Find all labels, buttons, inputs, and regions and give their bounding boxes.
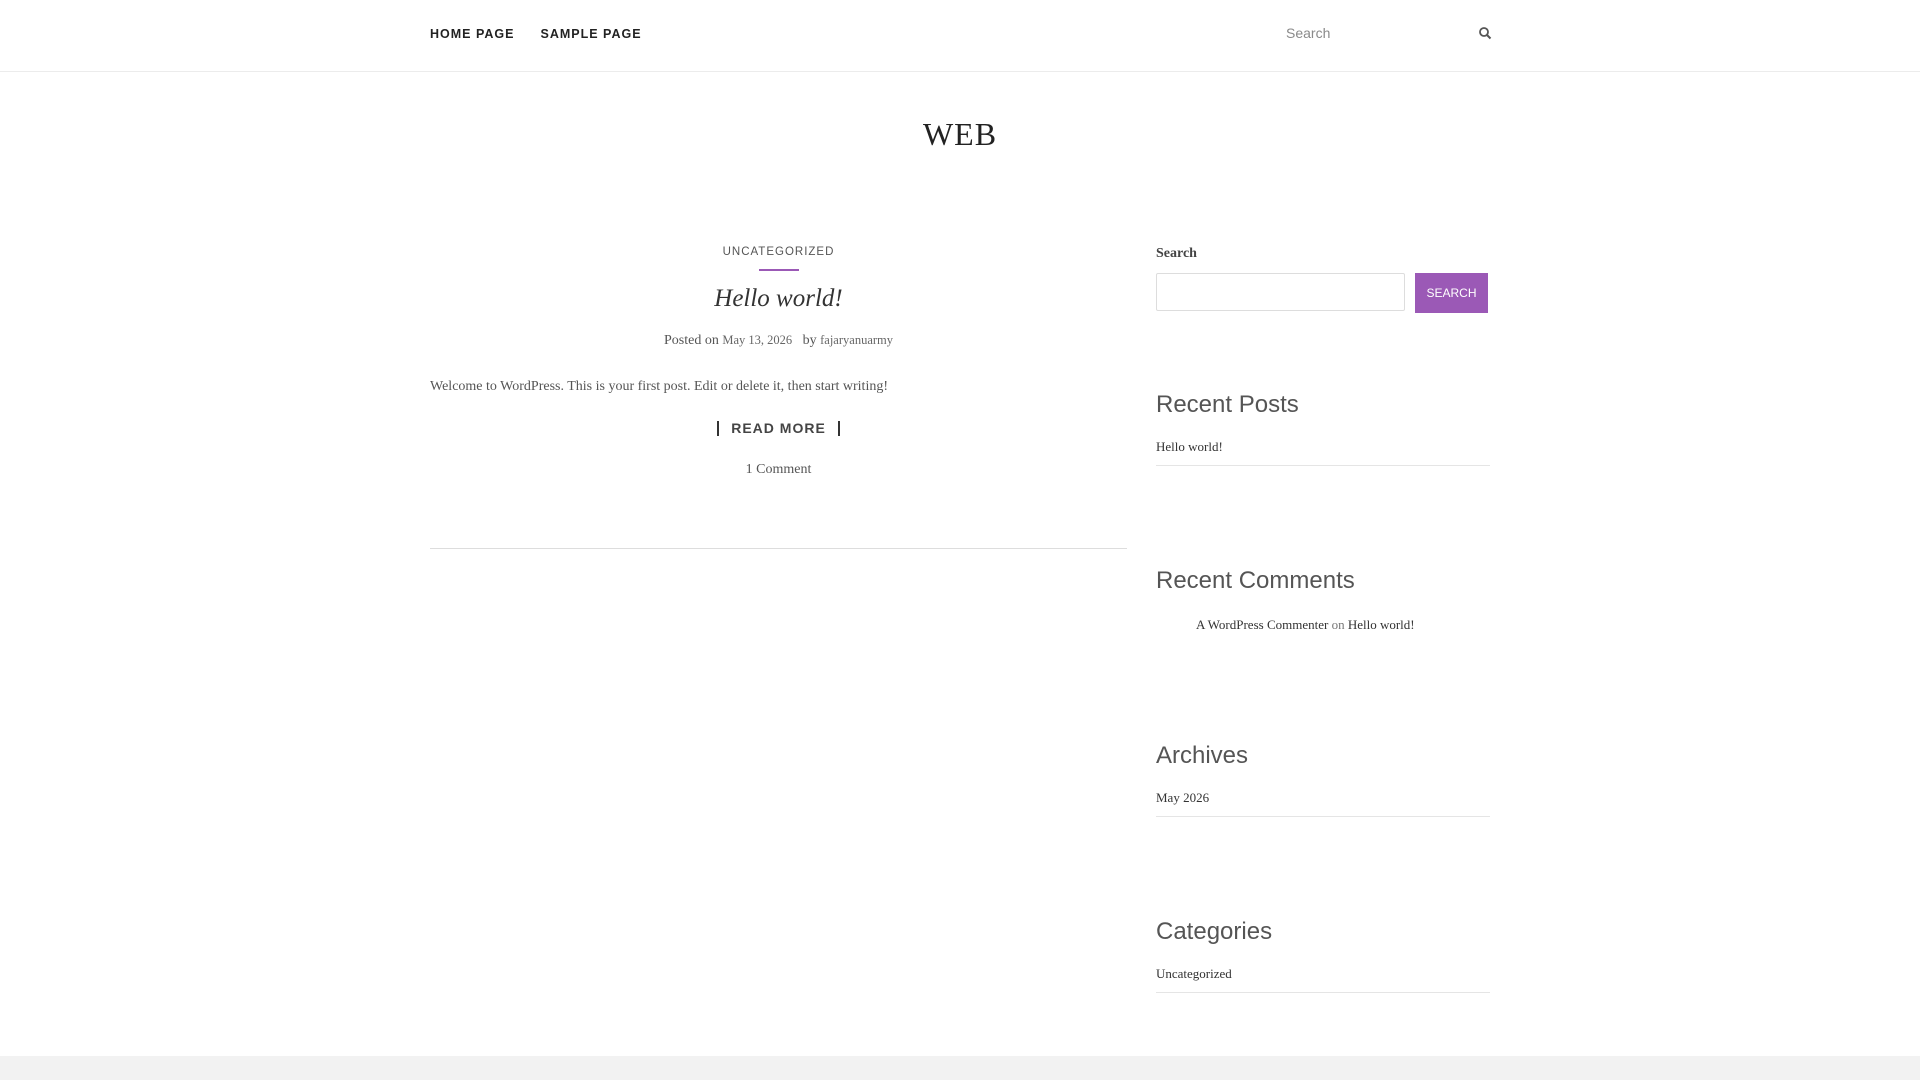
header-search [1286,20,1492,46]
category-underline [758,269,799,271]
sidebar-search-label: Search [1156,246,1197,261]
comments-link[interactable]: 1 Comment [746,462,812,477]
top-bar: HOME PAGE SAMPLE PAGE [0,0,1920,72]
post-excerpt: Welcome to WordPress. This is your first… [430,379,888,394]
search-widget: Search SEARCH [1156,246,1490,313]
sidebar-search-row: SEARCH [1156,273,1490,313]
post-divider [430,548,1127,549]
read-more-label: READ MORE [731,420,826,436]
category-link[interactable]: Uncategorized [1156,966,1232,981]
post: UNCATEGORIZED Hello world! Posted on May… [430,246,1127,478]
site-title[interactable]: WEB [0,116,1920,153]
categories-title: Categories [1156,918,1273,945]
list-item: May 2026 [1156,790,1490,817]
nav-sample-page[interactable]: SAMPLE PAGE [540,27,641,41]
recent-comments-title: Recent Comments [1156,567,1355,594]
post-category[interactable]: UNCATEGORIZED [430,246,1127,258]
archive-link[interactable]: May 2026 [1156,790,1209,805]
search-icon[interactable] [1478,26,1492,40]
read-more-button[interactable]: READ MORE [717,420,840,436]
archives-widget: Archives May 2026 [1156,742,1490,817]
comment-author-link[interactable]: A WordPress Commenter [1196,617,1328,632]
posted-on-label: Posted on [663,333,719,348]
comment-on-label: on [1331,617,1345,632]
main-nav: HOME PAGE SAMPLE PAGE [430,27,642,41]
post-date[interactable]: May 13, 2026 [722,333,792,347]
sidebar-search-input[interactable] [1156,273,1405,311]
footer-band [0,1056,1920,1080]
categories-widget: Categories Uncategorized [1156,918,1490,993]
by-label: by [802,333,817,348]
sidebar-search-button[interactable]: SEARCH [1415,273,1488,313]
recent-posts-widget: Recent Posts Hello world! [1156,391,1490,466]
comment-post-link[interactable]: Hello world! [1348,617,1415,632]
comments-link-wrap: 1 Comment [430,462,1127,478]
read-more-right-bar [837,420,840,436]
archives-title: Archives [1156,742,1249,769]
header-search-input[interactable] [1286,20,1456,46]
post-meta: Posted on May 13, 2026 by fajaryanuarmy [430,333,1127,349]
post-title[interactable]: Hello world! [430,285,1127,313]
recent-comment: A WordPress Commenter on Hello world! [1156,617,1490,633]
recent-post-link[interactable]: Hello world! [1156,439,1223,454]
list-item: Uncategorized [1156,966,1490,993]
list-item: Hello world! [1156,439,1490,466]
recent-comments-widget: Recent Comments A WordPress Commenter on… [1156,567,1490,633]
recent-posts-title: Recent Posts [1156,391,1299,418]
read-more-left-bar [717,420,720,436]
post-author[interactable]: fajaryanuarmy [820,333,893,347]
nav-home-page[interactable]: HOME PAGE [430,27,514,41]
